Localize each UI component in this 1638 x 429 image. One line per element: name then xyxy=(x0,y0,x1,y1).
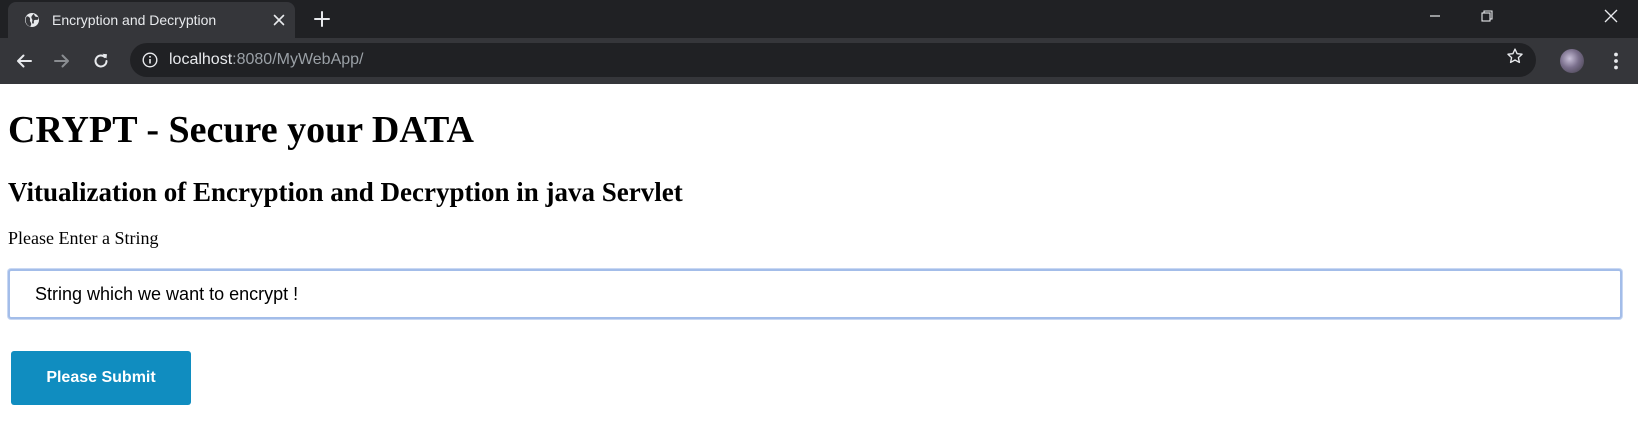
page-content: CRYPT - Secure your DATA Vitualization o… xyxy=(0,84,1638,429)
plus-icon[interactable] xyxy=(312,9,332,29)
tab-title: Encryption and Decryption xyxy=(52,12,217,28)
url-path: :8080/MyWebApp/ xyxy=(232,51,364,68)
url-text: localhost:8080/MyWebApp/ xyxy=(169,50,364,70)
forward-arrow-icon[interactable] xyxy=(50,49,74,73)
close-icon[interactable] xyxy=(271,12,287,28)
close-window-icon[interactable] xyxy=(1584,0,1638,32)
browser-toolbar: localhost:8080/MyWebApp/ xyxy=(0,38,1638,84)
url-host: localhost xyxy=(169,51,233,68)
submit-button[interactable]: Please Submit xyxy=(11,351,191,405)
browser-tab[interactable]: Encryption and Decryption xyxy=(8,2,295,38)
page-title: CRYPT - Secure your DATA xyxy=(8,109,474,151)
kebab-menu-icon[interactable] xyxy=(1604,49,1628,73)
reload-icon[interactable] xyxy=(89,49,113,73)
address-bar[interactable]: localhost:8080/MyWebApp/ xyxy=(130,43,1536,77)
string-input[interactable] xyxy=(8,269,1622,319)
globe-icon xyxy=(24,12,40,28)
avatar[interactable] xyxy=(1560,49,1584,73)
info-icon[interactable] xyxy=(142,52,158,68)
star-icon[interactable] xyxy=(1506,47,1524,65)
restore-icon[interactable] xyxy=(1460,0,1514,32)
browser-tabstrip: Encryption and Decryption xyxy=(0,0,1638,38)
minimize-icon[interactable] xyxy=(1408,0,1462,32)
page-subtitle: Vitualization of Encryption and Decrypti… xyxy=(8,177,683,207)
back-arrow-icon[interactable] xyxy=(12,49,36,73)
string-input-label: Please Enter a String xyxy=(8,228,159,248)
